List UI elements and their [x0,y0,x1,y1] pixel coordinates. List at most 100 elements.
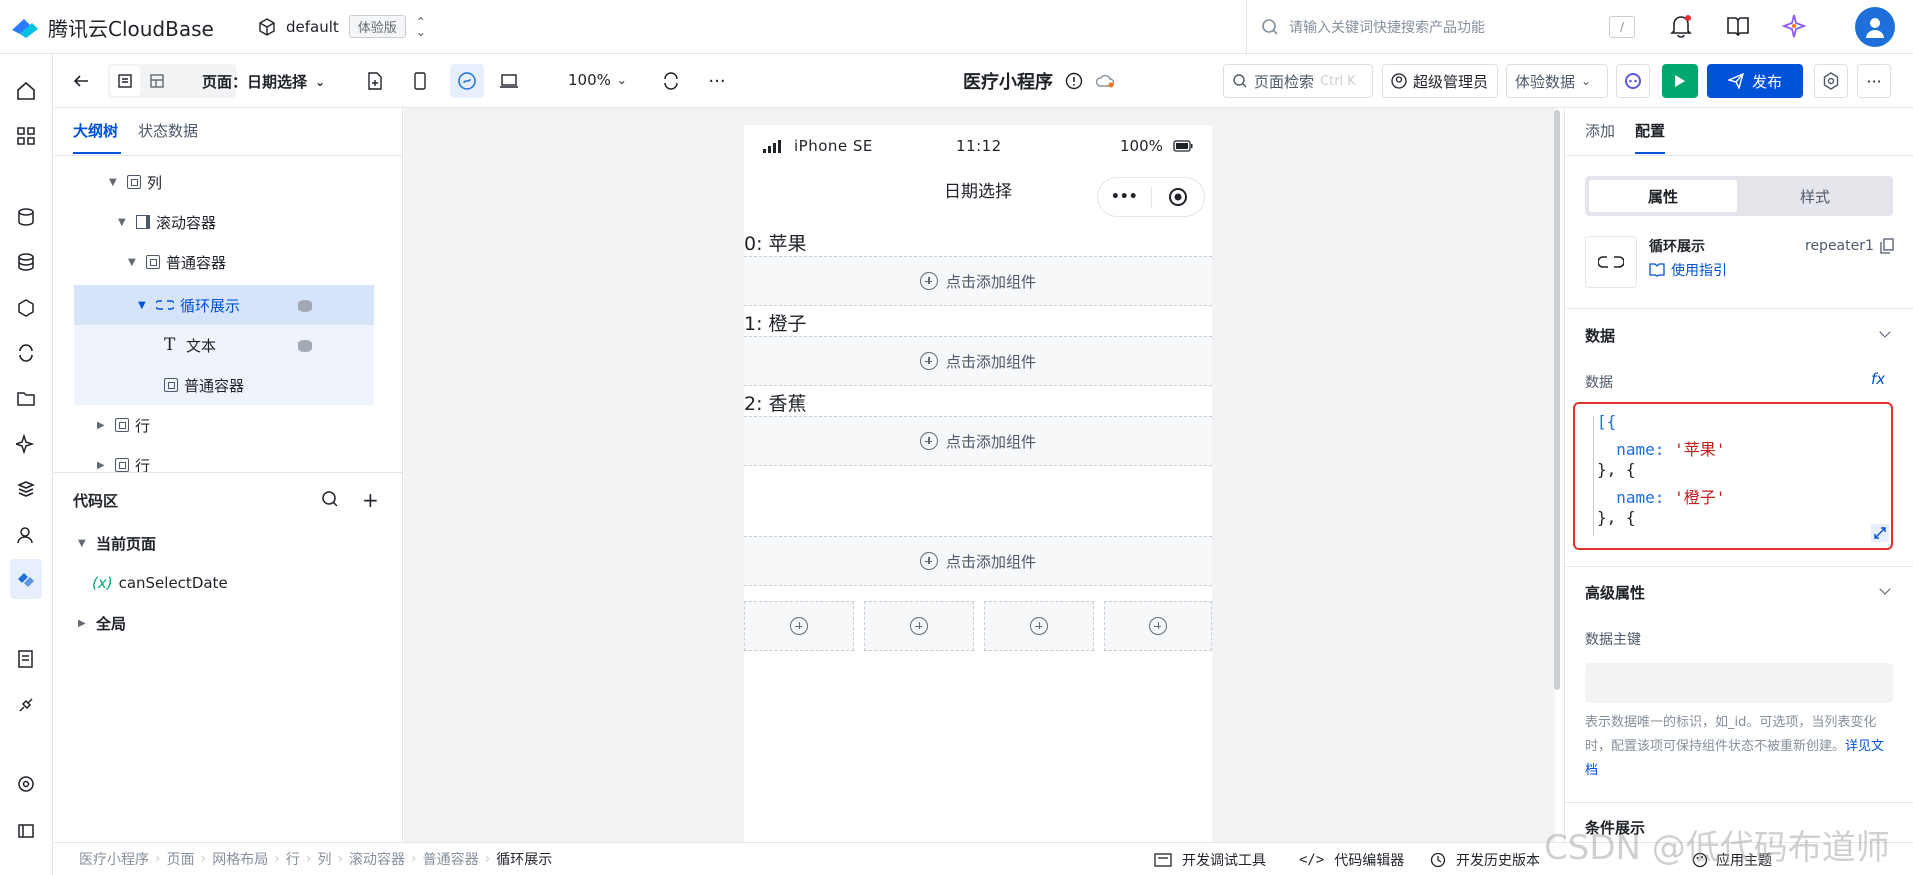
zoom-selector[interactable]: 100% ⌄ [568,71,627,89]
info-icon[interactable] [1065,72,1083,90]
data-code-editor[interactable]: [{ name: '苹果' }, { name: '橙子' }, { [1573,402,1893,550]
more-icon[interactable]: ··· [702,66,732,96]
copy-icon[interactable] [1880,238,1894,254]
book-icon[interactable] [1727,16,1749,36]
expand-icon[interactable] [1871,524,1889,542]
breadcrumb-item[interactable]: 循环展示 [496,849,552,869]
page-view-icon[interactable] [110,66,140,96]
env-switcher[interactable]: default 体验版 ⌃ ⌄ [258,15,426,38]
tab-outline[interactable]: 大纲树 [73,120,118,141]
canvas-scrollbar[interactable] [1554,110,1560,690]
add-component-slot[interactable]: 点击添加组件 [744,536,1212,586]
dev-tools-button[interactable]: 开发调试工具 [1154,850,1266,870]
breadcrumb-item[interactable]: 页面 [167,849,195,869]
back-arrow-icon[interactable] [66,66,96,96]
segment-properties[interactable]: 属性 [1589,180,1737,212]
data-mode-selector[interactable]: 体验数据 ⌄ [1506,64,1608,98]
breadcrumb-item[interactable]: 医疗小程序 [79,849,149,869]
history-button[interactable]: 开发历史版本 [1430,850,1540,870]
phone-preview: iPhone SE 11:12 100% 日期选择 ••• 0: 苹果 点击添加… [744,125,1212,842]
new-page-icon[interactable] [360,66,390,96]
breadcrumb-item[interactable]: 网格布局 [212,849,268,869]
fx-icon[interactable]: fx [1871,370,1885,388]
code-editor-button[interactable]: </> 代码编辑器 [1299,850,1404,870]
log-icon[interactable] [11,644,41,674]
ai-star-icon[interactable] [1782,14,1806,38]
guide-link[interactable]: 使用指引 [1649,260,1727,280]
tab-state-data[interactable]: 状态数据 [138,120,198,141]
storage-icon[interactable] [11,384,41,414]
lowcode-icon[interactable] [10,559,42,599]
code-line: name: '苹果' [1597,440,1726,459]
chevron-down-icon[interactable] [1879,326,1891,338]
layout-view-icon[interactable] [142,66,172,96]
add-component-slot[interactable]: 点击添加组件 [744,416,1212,466]
status-time: 11:12 [956,137,1002,155]
breadcrumb-item[interactable]: 滚动容器 [349,849,405,869]
identity-icon[interactable] [11,520,41,550]
more-menu-button[interactable]: ··· [1857,64,1891,98]
capsule-button[interactable]: ••• [1097,177,1205,217]
mobile-device-icon[interactable] [405,66,435,96]
data-section-title[interactable]: 数据 [1585,325,1615,346]
miniprogram-device-icon[interactable] [450,64,484,98]
publish-button[interactable]: 发布 [1707,64,1803,98]
add-component-slot[interactable]: 点击添加组件 [744,256,1212,306]
add-component-slot[interactable]: 点击添加组件 [744,336,1212,386]
ai-icon[interactable] [11,429,41,459]
desktop-device-icon[interactable] [494,66,524,96]
search-shortcut: / [1609,16,1635,38]
collapse-icon[interactable] [11,816,41,846]
tree-node-container[interactable]: 普通容器 [164,370,244,400]
brand[interactable]: 腾讯云CloudBase [10,13,214,42]
search-icon[interactable] [321,490,339,508]
tree-node-row[interactable]: ▶ 行 [97,450,150,480]
variable-item[interactable]: (x) canSelectDate [92,568,228,598]
tree-node-container[interactable]: ▼ 普通容器 [128,247,226,277]
home-icon[interactable] [11,76,41,106]
grid-slot[interactable] [744,601,854,651]
page-selector[interactable]: 页面：日期选择 ⌄ [202,71,325,92]
function-icon[interactable] [11,293,41,323]
app-title-group: 医疗小程序 [963,68,1115,94]
global-group[interactable]: ▶ 全局 [78,608,126,638]
grid-slot[interactable] [1104,601,1212,651]
page-search-button[interactable]: 页面检索 Ctrl K [1223,64,1373,98]
tab-config[interactable]: 配置 [1635,120,1665,141]
tab-add[interactable]: 添加 [1585,120,1615,141]
breadcrumb-item[interactable]: 列 [317,849,331,869]
copilot-button[interactable] [1616,64,1650,98]
chevron-down-icon[interactable] [1879,583,1891,595]
global-search[interactable]: 请输入关键词快捷搜索产品功能 / [1246,0,1646,54]
top-bar: 腾讯云CloudBase default 体验版 ⌃ ⌄ 请输入关键词快捷搜索产品… [0,0,1913,54]
tree-node-repeater[interactable]: ▼ 循环展示 [138,290,240,320]
refresh-icon[interactable] [656,66,686,96]
segment-styles[interactable]: 样式 [1741,180,1889,212]
sync-icon[interactable] [11,338,41,368]
app-settings-button[interactable] [1814,64,1848,98]
hosting-icon[interactable] [11,474,41,504]
settings-icon[interactable] [11,769,41,799]
data-model-icon[interactable] [11,247,41,277]
caret-down-icon: ▼ [128,256,136,268]
grid-icon[interactable] [11,121,41,151]
grid-slot[interactable] [864,601,974,651]
add-icon[interactable]: + [362,488,379,512]
cloud-sync-icon[interactable] [1095,73,1115,89]
advanced-section-title[interactable]: 高级属性 [1585,582,1645,603]
tree-node-text[interactable]: T 文本 [164,330,216,360]
role-button[interactable]: 超级管理员 [1382,64,1498,98]
tree-node-column[interactable]: ▼ 列 [109,167,162,197]
grid-slot[interactable] [984,601,1094,651]
key-field-input[interactable] [1585,663,1893,703]
breadcrumb-item[interactable]: 行 [286,849,300,869]
plugin-icon[interactable] [11,690,41,720]
database-icon[interactable] [11,202,41,232]
current-page-group[interactable]: ▼ 当前页面 [78,528,156,558]
tree-node-scroll-container[interactable]: ▼ 滚动容器 [118,207,216,237]
run-button[interactable] [1662,64,1698,98]
breadcrumb-item[interactable]: 普通容器 [423,849,479,869]
bell-icon[interactable] [1670,14,1692,38]
tree-node-row[interactable]: ▶ 行 [97,410,150,440]
avatar[interactable] [1855,7,1895,47]
